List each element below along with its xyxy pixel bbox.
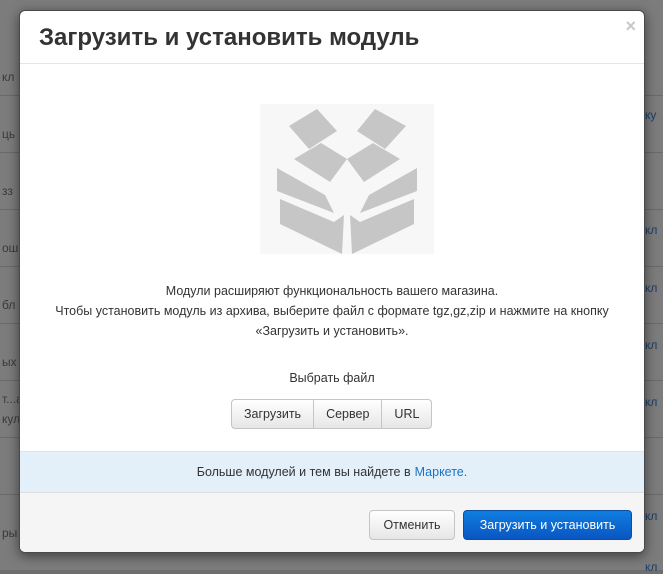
description-line: «Загрузить и установить». bbox=[255, 324, 409, 338]
market-link[interactable]: Маркете. bbox=[415, 465, 468, 479]
choose-file-label: Выбрать файл bbox=[289, 371, 375, 385]
dialog-header: Загрузить и установить модуль × bbox=[20, 11, 644, 64]
bg-row-link: кл bbox=[645, 281, 658, 295]
bg-row-link: кл bbox=[645, 395, 658, 409]
bg-row-text: зз bbox=[2, 184, 13, 198]
cancel-button[interactable]: Отменить bbox=[369, 510, 455, 540]
bg-row-text: ры bbox=[2, 526, 18, 540]
dialog-footer: Отменить Загрузить и установить bbox=[20, 492, 644, 552]
market-info-text: Больше модулей и тем вы найдете в bbox=[196, 465, 411, 479]
bg-row-text: ых bbox=[2, 355, 17, 369]
dialog-title: Загрузить и установить модуль bbox=[39, 24, 420, 51]
description-line: Модули расширяют функциональность вашего… bbox=[165, 284, 499, 298]
upload-source-button[interactable]: Загрузить bbox=[231, 399, 315, 429]
description-line: Чтобы установить модуль из архива, выбер… bbox=[55, 304, 609, 318]
bg-row-text: ць bbox=[2, 127, 16, 141]
bg-row-link: кл bbox=[645, 338, 658, 352]
bg-row-text: ош bbox=[2, 241, 19, 255]
market-info-bar: Больше модулей и тем вы найдете в Маркет… bbox=[20, 451, 644, 493]
bg-row-link: кл bbox=[645, 560, 658, 574]
url-source-button[interactable]: URL bbox=[382, 399, 433, 429]
install-module-dialog: Загрузить и установить модуль × Модули р… bbox=[19, 10, 645, 553]
bg-row-text: кл bbox=[2, 70, 15, 84]
bg-row-link: ку bbox=[645, 108, 657, 122]
upload-and-install-button[interactable]: Загрузить и установить bbox=[463, 510, 632, 540]
bg-row-link: кл bbox=[645, 509, 658, 523]
bg-row-text: бл bbox=[2, 298, 16, 312]
bg-row-text: кул bbox=[2, 412, 21, 426]
close-icon[interactable]: × bbox=[625, 16, 636, 36]
bg-row-link: кл bbox=[645, 223, 658, 237]
file-source-button-group: Загрузить Сервер URL bbox=[231, 399, 433, 429]
dialog-description: Модули расширяют функциональность вашего… bbox=[20, 281, 644, 341]
open-box-icon bbox=[260, 104, 434, 254]
server-source-button[interactable]: Сервер bbox=[314, 399, 383, 429]
